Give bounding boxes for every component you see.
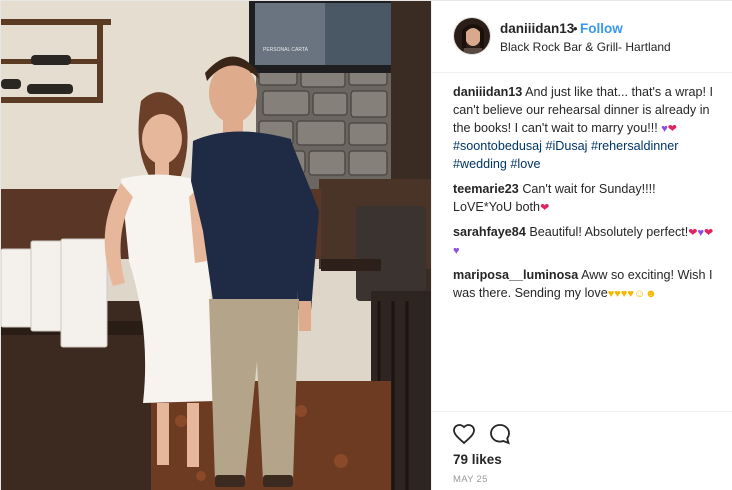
comment-username[interactable]: sarahfaye84 bbox=[453, 225, 526, 239]
post-details-panel: daniiidan13 • Follow Black Rock Bar & Gr… bbox=[431, 1, 732, 490]
speech-bubble-icon[interactable] bbox=[488, 422, 512, 446]
comment-item: teemarie23 Can't wait for Sunday!!!! LoV… bbox=[453, 180, 723, 216]
photo-illustration: PERSONAL CARTA bbox=[1, 1, 431, 490]
post-actions: 79 likes MAY 25 bbox=[432, 411, 732, 490]
follow-button[interactable]: Follow bbox=[580, 21, 623, 36]
comment-item: mariposa__luminosa Aww so exciting! Wish… bbox=[453, 266, 723, 302]
kissing-face-icon: ☻ bbox=[645, 288, 657, 300]
comment-text-line2: LoVE*YoU both bbox=[453, 200, 541, 214]
caption-comment: daniiidan13 And just like that... that's… bbox=[453, 83, 723, 173]
avatar[interactable] bbox=[453, 17, 491, 55]
comment-text: Can't wait for Sunday!!!! bbox=[522, 182, 656, 196]
post-date[interactable]: MAY 25 bbox=[453, 474, 488, 485]
caption-username[interactable]: daniiidan13 bbox=[453, 85, 522, 99]
tv-caption: PERSONAL CARTA bbox=[263, 47, 309, 53]
red-heart-icon: ❤ bbox=[540, 202, 550, 214]
hashtag[interactable]: #iDusaj bbox=[545, 139, 587, 153]
avatar-image bbox=[454, 18, 490, 54]
hashtag[interactable]: #love bbox=[510, 157, 540, 171]
post-photo[interactable]: PERSONAL CARTA bbox=[1, 1, 431, 490]
hashtag[interactable]: #rehersaldinner bbox=[591, 139, 679, 153]
heart-outline-icon[interactable] bbox=[452, 422, 476, 446]
hashtag[interactable]: #wedding bbox=[453, 157, 507, 171]
likes-count[interactable]: 79 likes bbox=[453, 452, 502, 467]
post-header: daniiidan13 • Follow Black Rock Bar & Gr… bbox=[432, 1, 732, 73]
post-username[interactable]: daniiidan13 bbox=[500, 21, 574, 36]
comment-username[interactable]: teemarie23 bbox=[453, 182, 519, 196]
instagram-post-embed: PERSONAL CARTA daniiidan13 • Follow Blac… bbox=[0, 0, 732, 490]
smiling-face-icon: ☺ bbox=[633, 288, 646, 300]
separator-dot: • bbox=[573, 21, 578, 36]
red-heart-icon: ❤ bbox=[667, 123, 677, 135]
hashtag[interactable]: #soontobedusaj bbox=[453, 139, 542, 153]
comment-username[interactable]: mariposa__luminosa bbox=[453, 268, 578, 282]
red-heart-icon: ❤ bbox=[704, 227, 714, 239]
comments-list: daniiidan13 And just like that... that's… bbox=[453, 83, 723, 309]
red-heart-icon: ❤ bbox=[688, 227, 698, 239]
comment-text: Beautiful! Absolutely perfect! bbox=[529, 225, 689, 239]
purple-heart-icon: ♥ bbox=[453, 245, 460, 257]
post-location[interactable]: Black Rock Bar & Grill- Hartland bbox=[500, 40, 671, 54]
comment-item: sarahfaye84 Beautiful! Absolutely perfec… bbox=[453, 223, 723, 259]
